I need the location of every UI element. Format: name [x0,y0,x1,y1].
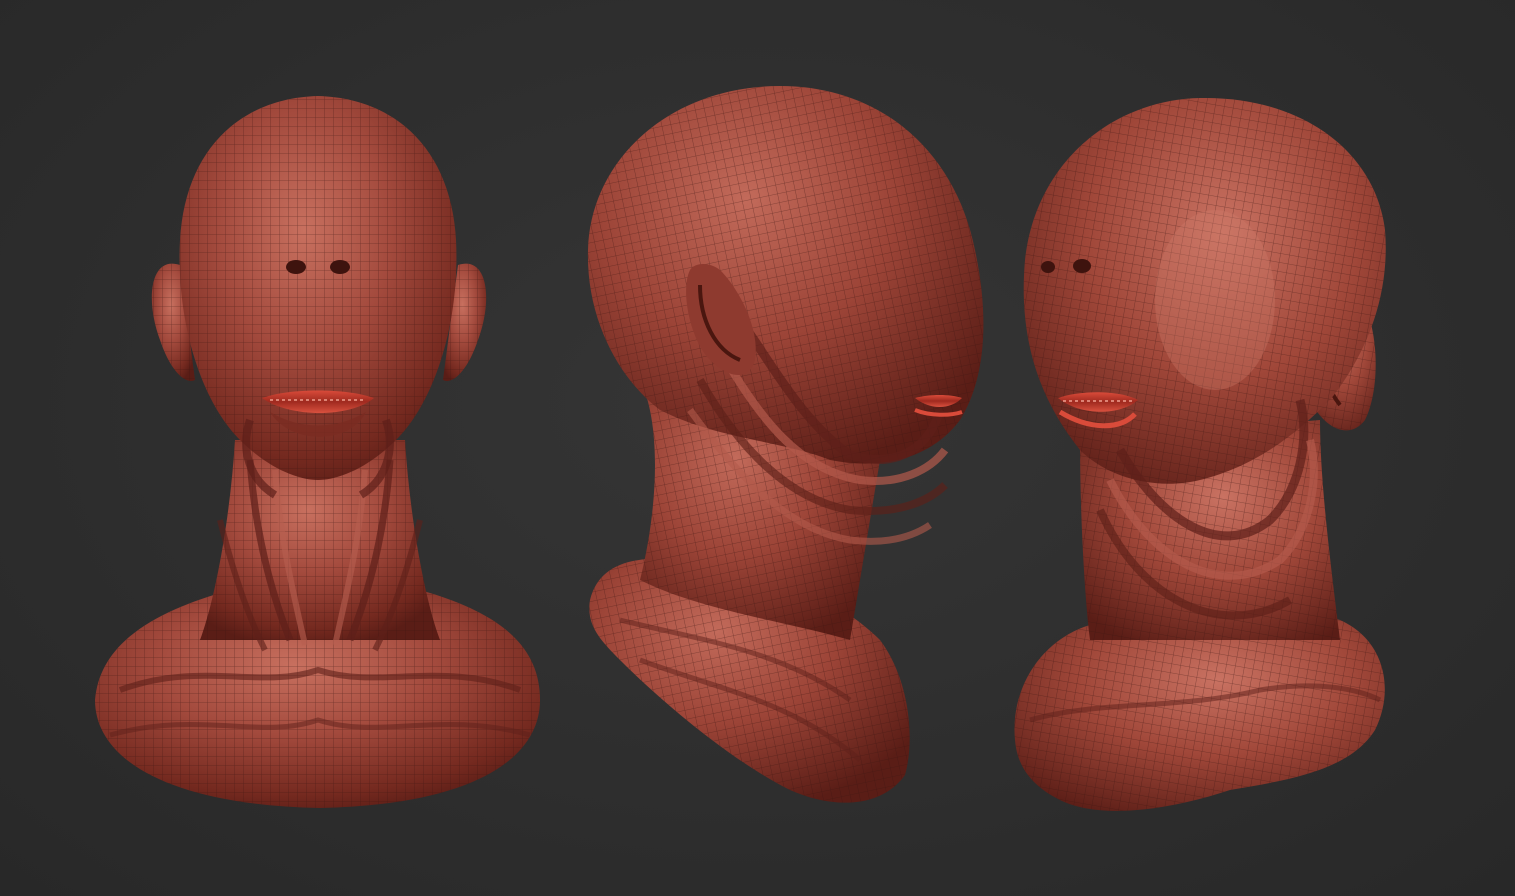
front-view [95,96,540,808]
sculpt-render [95,86,1386,811]
tq-nostril-right [1073,259,1091,273]
render-viewport [0,0,1515,896]
side-view [587,86,984,803]
front-nostril-left [286,260,306,274]
tq-nostril-left [1041,261,1055,273]
front-nostril-right [330,260,350,274]
three-quarter-view [1014,97,1386,811]
